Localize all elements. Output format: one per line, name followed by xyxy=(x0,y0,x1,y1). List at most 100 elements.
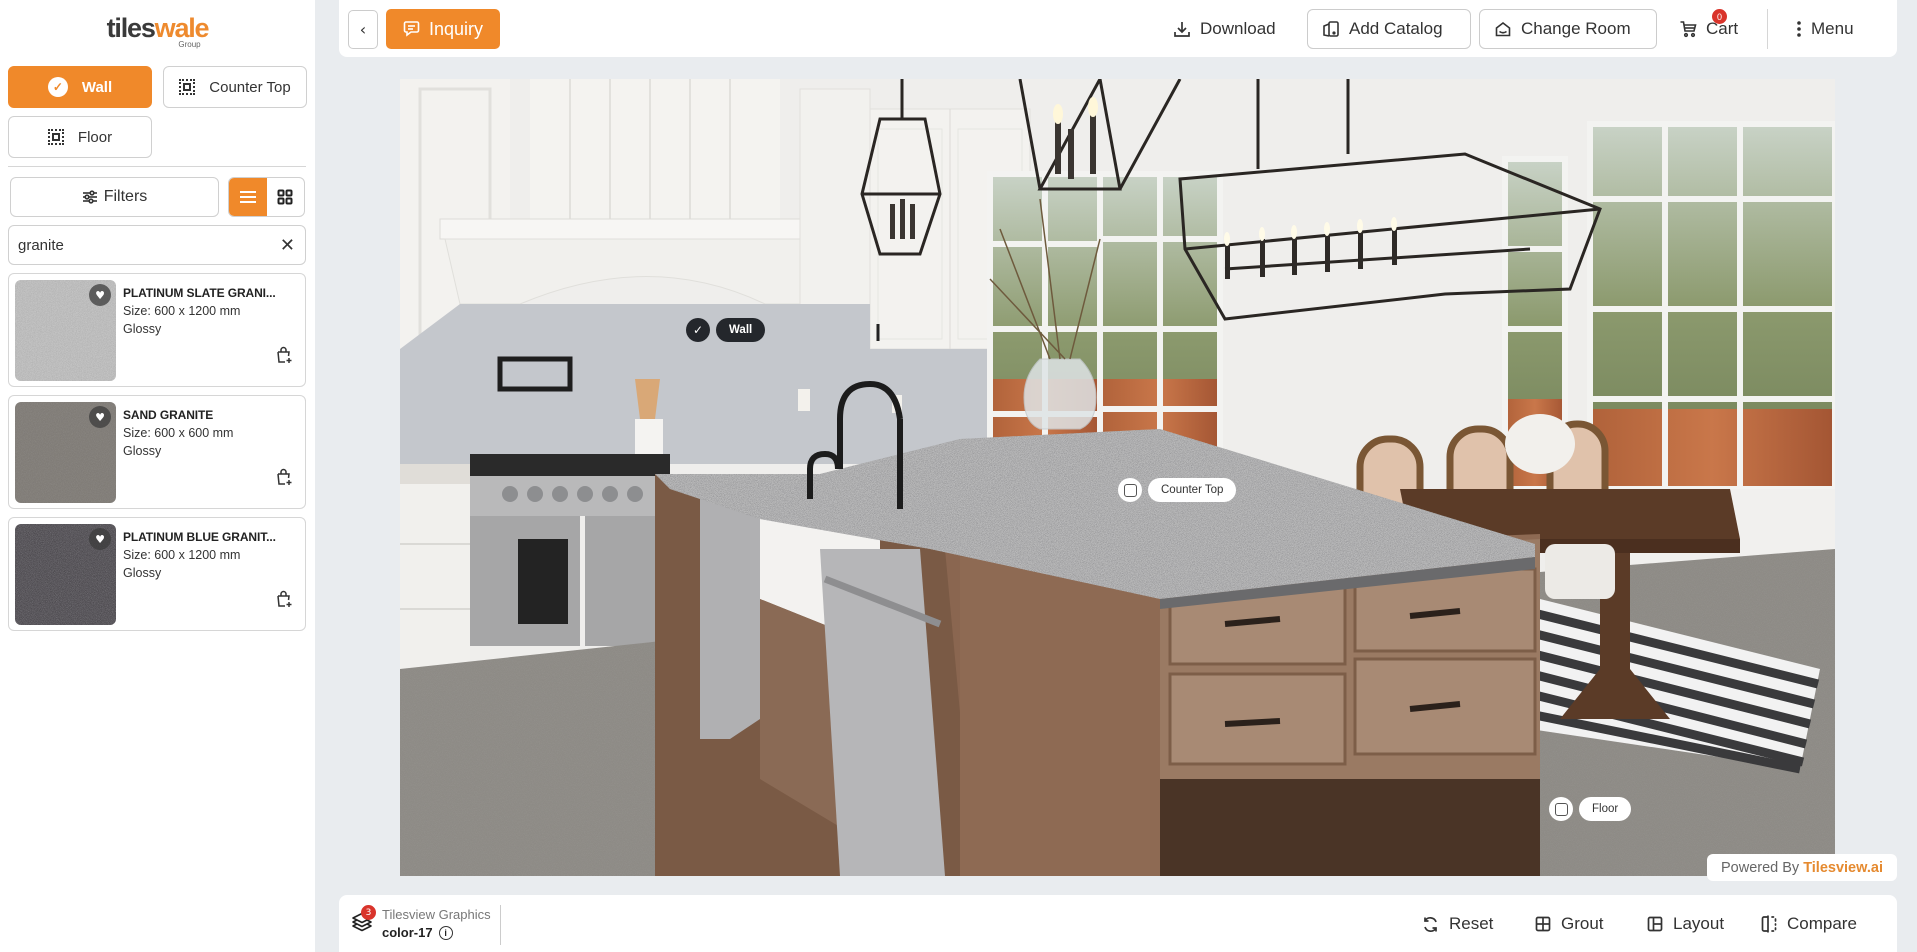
compare-label: Compare xyxy=(1787,914,1857,933)
list-view-button[interactable] xyxy=(229,178,267,216)
surface-counter-top-button[interactable]: Counter Top xyxy=(163,66,307,108)
cart-button[interactable]: Cart 0 xyxy=(1665,9,1752,49)
product-name: SAND GRANITE xyxy=(123,408,214,422)
color-name: color-17 xyxy=(382,925,433,940)
surface-label: Counter Top xyxy=(209,78,291,96)
checkbox-icon[interactable] xyxy=(1118,478,1142,502)
product-card[interactable]: ♥ PLATINUM SLATE GRANI... Size: 600 x 12… xyxy=(8,273,306,387)
top-toolbar: ‹ Inquiry Download Add Catalog Change Ro… xyxy=(339,0,1897,57)
logo-subtitle: Group xyxy=(178,40,201,49)
color-name-row: color-17 i xyxy=(382,925,453,940)
room-visualizer-canvas[interactable]: ✓ Wall Counter Top Floor xyxy=(400,79,1835,876)
chevron-left-icon: ‹ xyxy=(359,20,367,39)
logo-text-primary: tiles xyxy=(106,13,156,43)
app-root: tileswale Group ✓ Wall Counter Top Floor… xyxy=(0,0,1917,952)
compare-button[interactable]: Compare xyxy=(1761,912,1857,936)
product-name: PLATINUM BLUE GRANIT... xyxy=(123,530,276,544)
add-catalog-label: Add Catalog xyxy=(1349,19,1443,38)
sidebar-divider xyxy=(8,166,306,167)
filters-label: Filters xyxy=(103,188,148,205)
cart-count-badge: 0 xyxy=(1712,9,1727,24)
favorite-heart-icon[interactable]: ♥ xyxy=(89,528,111,550)
add-to-cart-bag-icon[interactable] xyxy=(275,590,293,608)
inquiry-button[interactable]: Inquiry xyxy=(386,9,500,49)
inquiry-label: Inquiry xyxy=(428,18,484,39)
floor-tag-label[interactable]: Floor xyxy=(1579,797,1632,821)
home-icon xyxy=(1495,21,1511,37)
logo-text-accent: wale xyxy=(154,13,210,43)
check-badge-icon: ✓ xyxy=(47,77,68,97)
clear-search-icon[interactable]: ✕ xyxy=(280,235,295,256)
range-hood xyxy=(530,79,780,229)
menu-button[interactable]: Menu xyxy=(1782,9,1868,49)
powered-by-text: Powered By xyxy=(1721,859,1800,876)
info-icon[interactable]: i xyxy=(438,925,453,940)
checkmark-icon[interactable]: ✓ xyxy=(686,318,710,342)
compare-split-icon xyxy=(1761,915,1777,933)
menu-label: Menu xyxy=(1811,19,1854,38)
search-box: ✕ xyxy=(8,225,306,265)
layout-label: Layout xyxy=(1673,914,1725,933)
reset-label: Reset xyxy=(1449,914,1494,933)
select-area-icon xyxy=(179,79,196,95)
counter-top-surface-tag[interactable]: Counter Top xyxy=(1118,478,1237,502)
chat-question-icon xyxy=(403,21,420,37)
grout-button[interactable]: Grout xyxy=(1535,912,1604,936)
logo: tileswale Group xyxy=(0,14,315,51)
filters-button[interactable]: Filters xyxy=(10,177,219,217)
graphics-name: Tilesview Graphics xyxy=(382,907,491,922)
grout-grid-icon xyxy=(1535,916,1551,932)
product-name: PLATINUM SLATE GRANI... xyxy=(123,286,276,300)
product-size: Size: 600 x 1200 mm xyxy=(123,304,241,318)
surface-label: Wall xyxy=(81,78,113,96)
floor-surface-tag[interactable]: Floor xyxy=(1549,797,1632,821)
surface-label: Floor xyxy=(77,128,113,146)
download-label: Download xyxy=(1200,19,1276,38)
sidebar: tileswale Group ✓ Wall Counter Top Floor… xyxy=(0,0,315,952)
bottom-toolbar: 3 Tilesview Graphics color-17 i Reset Gr… xyxy=(339,895,1897,952)
catalog-book-icon xyxy=(1323,21,1339,37)
powered-by-brand-link[interactable]: Tilesview.ai xyxy=(1803,860,1883,876)
change-room-button[interactable]: Change Room xyxy=(1479,9,1657,49)
layout-button[interactable]: Layout xyxy=(1647,912,1724,936)
toolbar-divider xyxy=(1767,9,1768,49)
layout-icon xyxy=(1647,916,1663,932)
surface-wall-button[interactable]: ✓ Wall xyxy=(8,66,152,108)
select-area-icon xyxy=(47,129,64,145)
favorite-heart-icon[interactable]: ♥ xyxy=(89,406,111,428)
reset-arrows-icon xyxy=(1424,916,1437,932)
product-finish: Glossy xyxy=(123,322,162,336)
favorite-heart-icon[interactable]: ♥ xyxy=(89,284,111,306)
kebab-menu-icon xyxy=(1797,21,1801,37)
list-icon xyxy=(239,191,256,203)
product-card[interactable]: ♥ SAND GRANITE Size: 600 x 600 mm Glossy xyxy=(8,395,306,509)
wall-surface-tag[interactable]: ✓ Wall xyxy=(686,318,766,342)
download-button[interactable]: Download xyxy=(1159,9,1290,49)
product-finish: Glossy xyxy=(123,444,162,458)
product-finish: Glossy xyxy=(123,566,162,580)
product-card[interactable]: ♥ PLATINUM BLUE GRANIT... Size: 600 x 12… xyxy=(8,517,306,631)
wall-tag-label[interactable]: Wall xyxy=(716,318,766,342)
grid-icon xyxy=(277,189,293,205)
grout-label: Grout xyxy=(1561,914,1604,933)
change-room-label: Change Room xyxy=(1521,19,1631,38)
surface-floor-button[interactable]: Floor xyxy=(8,116,152,158)
product-size: Size: 600 x 600 mm xyxy=(123,426,234,440)
search-input[interactable] xyxy=(18,236,280,254)
checkbox-icon[interactable] xyxy=(1549,797,1573,821)
bottom-divider xyxy=(500,905,501,945)
download-icon xyxy=(1174,22,1190,37)
add-to-cart-bag-icon[interactable] xyxy=(275,346,293,364)
back-button[interactable]: ‹ xyxy=(348,10,378,49)
reset-button[interactable]: Reset xyxy=(1422,912,1493,936)
add-catalog-button[interactable]: Add Catalog xyxy=(1307,9,1471,49)
powered-by-badge[interactable]: Powered By Tilesview.ai xyxy=(1707,854,1897,881)
cart-icon xyxy=(1680,21,1697,38)
grid-view-button[interactable] xyxy=(267,178,305,216)
layers-count-badge: 3 xyxy=(361,905,376,920)
add-to-cart-bag-icon[interactable] xyxy=(275,468,293,486)
product-size: Size: 600 x 1200 mm xyxy=(123,548,241,562)
sliders-icon xyxy=(82,190,97,204)
view-toggle xyxy=(228,177,305,217)
counter-top-tag-label[interactable]: Counter Top xyxy=(1148,478,1237,502)
